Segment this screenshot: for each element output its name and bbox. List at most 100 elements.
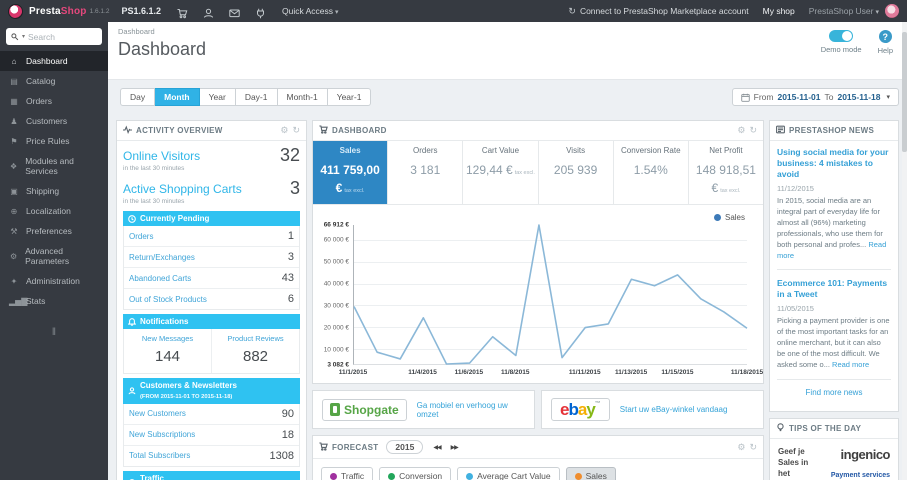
y-tick: 40 000 € (323, 280, 349, 288)
refresh-icon[interactable]: ↻ (292, 126, 300, 135)
filter-year-1-button[interactable]: Year-1 (327, 88, 372, 106)
kpi-orders[interactable]: Orders 3 181 (388, 141, 464, 204)
sidebar-search[interactable]: ▾ (6, 28, 102, 45)
brand-name[interactable]: PrestaShop (29, 6, 87, 17)
calendar-icon (740, 93, 750, 102)
previous-icon[interactable]: ◀◀ (433, 444, 441, 451)
gear-icon[interactable]: ⚙ (737, 442, 745, 452)
sidebar-item-label: Advanced Parameters (25, 246, 70, 266)
panel-title: DASHBOARD (332, 126, 387, 135)
forecast-year-badge[interactable]: 2015 (386, 440, 424, 454)
article-title-link[interactable]: Using social media for your business: 4 … (777, 147, 891, 180)
ebay-ad[interactable]: ebay™ Start uw eBay-winkel vandaag (541, 390, 764, 429)
kpi-note: tax excl. (720, 188, 741, 194)
find-more-news-link[interactable]: Find more news (777, 388, 891, 397)
scrollbar[interactable] (902, 22, 907, 480)
kpi-conversion-rate[interactable]: Conversion Rate 1.54% (614, 141, 689, 204)
traffic-dot-icon (330, 472, 337, 480)
module-plug-icon[interactable] (255, 6, 266, 18)
scrollbar-thumb[interactable] (902, 32, 907, 152)
sidebar-item-customers[interactable]: ♟ Customers (0, 111, 108, 131)
kpi-cart-value[interactable]: Cart Value 129,44 € tax excl. (463, 141, 539, 204)
shopgate-link[interactable]: Ga mobiel en verhoog uw omzet (417, 401, 525, 419)
filter-day-button[interactable]: Day (120, 88, 156, 106)
globe-icon: ⊕ (10, 206, 18, 216)
pending-returns-row[interactable]: Return/Exchanges 3 (124, 247, 299, 268)
sidebar-item-shipping[interactable]: ▣ Shipping (0, 181, 108, 201)
help-icon[interactable]: ? (878, 30, 892, 43)
forecast-conversion-button[interactable]: Conversion (379, 467, 452, 480)
marketplace-link[interactable]: ↻ Connect to PrestaShop Marketplace accou… (568, 6, 748, 17)
refresh-icon[interactable]: ↻ (749, 442, 757, 452)
row-label: New Customers (129, 409, 186, 419)
active-carts-link[interactable]: Active Shopping Carts (123, 182, 242, 196)
toggle-on-icon[interactable] (829, 30, 854, 42)
x-tick: 11/6/2015 (454, 369, 484, 376)
pending-abandoned-carts-row[interactable]: Abandoned Carts 43 (124, 268, 299, 289)
read-more-link[interactable]: Read more (832, 360, 869, 369)
demo-mode-toggle[interactable]: Demo mode (821, 30, 862, 55)
kpi-row: Sales 411 759,00 € tax excl. Orders 3 181 C… (313, 141, 763, 205)
shopgate-ad[interactable]: Shopgate Ga mobiel en verhoog uw omzet (312, 390, 535, 429)
product-reviews-cell[interactable]: Product Reviews 882 (212, 329, 299, 373)
sidebar-item-catalog[interactable]: ▤ Catalog (0, 71, 108, 91)
article-title-link[interactable]: Ecommerce 101: Payments in a Tweet (777, 278, 891, 300)
gear-icon: ⚙ (9, 251, 18, 261)
tip-content[interactable]: ingenico Payment services Geef je Sales … (770, 439, 898, 480)
new-messages-cell[interactable]: New Messages 144 (124, 329, 212, 373)
online-visitors-link[interactable]: Online Visitors (123, 149, 200, 163)
forecast-traffic-button[interactable]: Traffic (321, 467, 374, 480)
cart-icon[interactable] (177, 6, 188, 18)
help-button[interactable]: ? Help (878, 30, 893, 55)
kpi-net-profit[interactable]: Net Profit 148 918,51 € tax excl. (689, 141, 763, 204)
sidebar-item-stats[interactable]: ▂▅▇ Stats (0, 291, 108, 311)
prestashop-logo-icon[interactable] (8, 3, 23, 19)
new-customers-row[interactable]: New Customers 90 (124, 404, 299, 425)
gear-icon[interactable]: ⚙ (737, 126, 745, 135)
sidebar-item-price-rules[interactable]: ⚑ Price Rules (0, 131, 108, 151)
customer-icon[interactable] (203, 6, 214, 18)
filter-month-1-button[interactable]: Month-1 (277, 88, 328, 106)
refresh-icon[interactable]: ↻ (749, 126, 757, 135)
total-subscribers-row[interactable]: Total Subscribers 1308 (124, 446, 299, 466)
filter-day-1-button[interactable]: Day-1 (235, 88, 278, 106)
message-icon[interactable] (229, 6, 240, 17)
chart-legend[interactable]: Sales (713, 213, 745, 222)
sidebar-item-advanced-parameters[interactable]: ⚙ Advanced Parameters (0, 241, 108, 271)
panel-title: ACTIVITY OVERVIEW (136, 126, 223, 135)
kpi-sales[interactable]: Sales 411 759,00 € tax excl. (313, 141, 389, 204)
search-input[interactable] (28, 31, 87, 42)
x-tick: 11/1/2015 (338, 369, 368, 376)
breadcrumb[interactable]: Dashboard (118, 27, 897, 36)
sidebar-item-localization[interactable]: ⊕ Localization (0, 201, 108, 221)
date-range-button-group: Day Month Year Day-1 Month-1 Year-1 (120, 88, 372, 106)
new-subscriptions-row[interactable]: New Subscriptions 18 (124, 425, 299, 446)
sidebar-item-orders[interactable]: ▦ Orders (0, 91, 108, 111)
sidebar-item-label: Preferences (26, 226, 72, 236)
pending-orders-row[interactable]: Orders 1 (124, 226, 299, 247)
ebay-link[interactable]: Start uw eBay-winkel vandaag (620, 405, 728, 414)
modules-icon: ❖ (10, 161, 18, 171)
sidebar-item-dashboard[interactable]: ⌂ Dashboard (0, 51, 108, 71)
my-shop-link[interactable]: My shop (763, 6, 795, 16)
pending-out-of-stock-row[interactable]: Out of Stock Products 6 (124, 289, 299, 309)
forecast-average-cart-value-button[interactable]: Average Cart Value (457, 467, 560, 480)
article-date: 11/12/2015 (777, 184, 814, 194)
from-date: 2015-11-01 (777, 92, 821, 102)
sidebar-item-preferences[interactable]: ⚒ Preferences (0, 221, 108, 241)
sidebar-item-administration[interactable]: ✦ Administration (0, 271, 108, 291)
user-avatar[interactable] (885, 4, 899, 18)
sidebar-item-modules[interactable]: ❖ Modules and Services (0, 151, 108, 181)
filter-year-button[interactable]: Year (199, 88, 236, 106)
forecast-sales-button[interactable]: Sales (565, 467, 616, 480)
date-range-picker[interactable]: From 2015-11-01 To 2015-11-18 ▾ (731, 88, 899, 106)
gear-icon[interactable]: ⚙ (280, 126, 288, 135)
sidebar-collapse-button[interactable]: ‖ (0, 327, 108, 338)
next-icon[interactable]: ▶▶ (451, 444, 459, 451)
brand-shop: Shop (60, 5, 87, 17)
brand-version: 1.6.1.2 (89, 7, 110, 15)
filter-month-button[interactable]: Month (155, 88, 200, 106)
user-menu[interactable]: PrestaShop User ▾ (809, 6, 879, 16)
quick-access-menu[interactable]: Quick Access ▾ (282, 6, 339, 16)
kpi-visits[interactable]: Visits 205 939 (539, 141, 614, 204)
